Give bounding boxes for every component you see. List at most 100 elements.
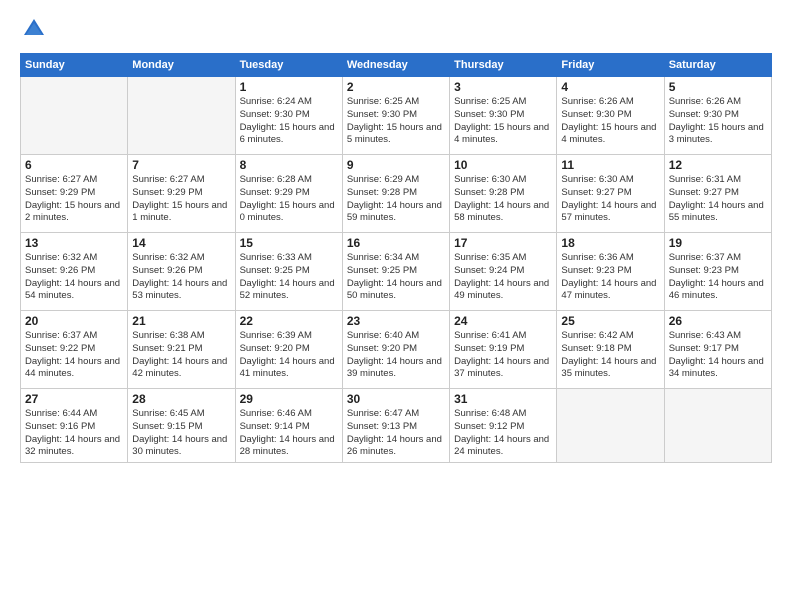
day-info: Sunrise: 6:28 AM Sunset: 9:29 PM Dayligh…	[240, 174, 338, 225]
calendar-day-12: 12 Sunrise: 6:31 AM Sunset: 9:27 PM Dayli…	[664, 155, 771, 233]
day-info: Sunrise: 6:35 AM Sunset: 9:24 PM Dayligh…	[454, 252, 552, 303]
day-info: Sunrise: 6:30 AM Sunset: 9:27 PM Dayligh…	[561, 174, 659, 225]
day-info: Sunrise: 6:25 AM Sunset: 9:30 PM Dayligh…	[347, 96, 445, 147]
day-number: 11	[561, 158, 659, 172]
weekday-header-monday: Monday	[128, 54, 235, 77]
calendar-day-empty	[557, 389, 664, 463]
calendar-day-5: 5 Sunrise: 6:26 AM Sunset: 9:30 PM Daylig…	[664, 77, 771, 155]
day-number: 3	[454, 80, 552, 94]
calendar-day-27: 27 Sunrise: 6:44 AM Sunset: 9:16 PM Dayli…	[21, 389, 128, 463]
calendar-day-25: 25 Sunrise: 6:42 AM Sunset: 9:18 PM Dayli…	[557, 311, 664, 389]
day-number: 25	[561, 314, 659, 328]
day-number: 28	[132, 392, 230, 406]
day-number: 23	[347, 314, 445, 328]
calendar-day-26: 26 Sunrise: 6:43 AM Sunset: 9:17 PM Dayli…	[664, 311, 771, 389]
calendar-day-6: 6 Sunrise: 6:27 AM Sunset: 9:29 PM Daylig…	[21, 155, 128, 233]
calendar-day-21: 21Sunrise: 6:38 AM Sunset: 9:21 PM Dayli…	[128, 311, 235, 389]
day-info: Sunrise: 6:34 AM Sunset: 9:25 PM Dayligh…	[347, 252, 445, 303]
day-info: Sunrise: 6:37 AM Sunset: 9:22 PM Dayligh…	[25, 330, 123, 381]
calendar-day-9: 9Sunrise: 6:29 AM Sunset: 9:28 PM Daylig…	[342, 155, 449, 233]
day-number: 29	[240, 392, 338, 406]
calendar-day-16: 16 Sunrise: 6:34 AM Sunset: 9:25 PM Dayli…	[342, 233, 449, 311]
day-info: Sunrise: 6:24 AM Sunset: 9:30 PM Dayligh…	[240, 96, 338, 147]
calendar-day-31: 31 Sunrise: 6:48 AM Sunset: 9:12 PM Dayli…	[450, 389, 557, 463]
day-info: Sunrise: 6:25 AM Sunset: 9:30 PM Dayligh…	[454, 96, 552, 147]
calendar-day-22: 22 Sunrise: 6:39 AM Sunset: 9:20 PM Dayli…	[235, 311, 342, 389]
calendar-day-13: 13 Sunrise: 6:32 AM Sunset: 9:26 PM Dayli…	[21, 233, 128, 311]
calendar-day-8: 8 Sunrise: 6:28 AM Sunset: 9:29 PM Daylig…	[235, 155, 342, 233]
day-info: Sunrise: 6:46 AM Sunset: 9:14 PM Dayligh…	[240, 408, 338, 459]
calendar-day-empty	[21, 77, 128, 155]
calendar-week-row: 20 Sunrise: 6:37 AM Sunset: 9:22 PM Dayli…	[21, 311, 772, 389]
calendar-week-row: 1 Sunrise: 6:24 AM Sunset: 9:30 PM Daylig…	[21, 77, 772, 155]
calendar-day-3: 3 Sunrise: 6:25 AM Sunset: 9:30 PM Daylig…	[450, 77, 557, 155]
calendar-day-24: 24 Sunrise: 6:41 AM Sunset: 9:19 PM Dayli…	[450, 311, 557, 389]
day-info: Sunrise: 6:45 AM Sunset: 9:15 PM Dayligh…	[132, 408, 230, 459]
day-number: 27	[25, 392, 123, 406]
day-number: 14	[132, 236, 230, 250]
calendar-day-empty	[128, 77, 235, 155]
day-info: Sunrise: 6:32 AM Sunset: 9:26 PM Dayligh…	[25, 252, 123, 303]
day-number: 26	[669, 314, 767, 328]
day-info: Sunrise: 6:31 AM Sunset: 9:27 PM Dayligh…	[669, 174, 767, 225]
day-number: 13	[25, 236, 123, 250]
calendar-day-23: 23 Sunrise: 6:40 AM Sunset: 9:20 PM Dayli…	[342, 311, 449, 389]
day-info: Sunrise: 6:36 AM Sunset: 9:23 PM Dayligh…	[561, 252, 659, 303]
day-number: 5	[669, 80, 767, 94]
weekday-header-friday: Friday	[557, 54, 664, 77]
logo	[20, 15, 52, 43]
day-number: 31	[454, 392, 552, 406]
calendar-week-row: 27 Sunrise: 6:44 AM Sunset: 9:16 PM Dayli…	[21, 389, 772, 463]
day-info: Sunrise: 6:26 AM Sunset: 9:30 PM Dayligh…	[561, 96, 659, 147]
day-number: 24	[454, 314, 552, 328]
calendar-day-18: 18 Sunrise: 6:36 AM Sunset: 9:23 PM Dayli…	[557, 233, 664, 311]
day-number: 10	[454, 158, 552, 172]
day-number: 12	[669, 158, 767, 172]
calendar-table: SundayMondayTuesdayWednesdayThursdayFrid…	[20, 53, 772, 463]
day-info: Sunrise: 6:32 AM Sunset: 9:26 PM Dayligh…	[132, 252, 230, 303]
day-number: 1	[240, 80, 338, 94]
day-number: 22	[240, 314, 338, 328]
day-info: Sunrise: 6:48 AM Sunset: 9:12 PM Dayligh…	[454, 408, 552, 459]
day-info: Sunrise: 6:38 AM Sunset: 9:21 PM Dayligh…	[132, 330, 230, 381]
calendar-day-17: 17 Sunrise: 6:35 AM Sunset: 9:24 PM Dayli…	[450, 233, 557, 311]
calendar-day-15: 15Sunrise: 6:33 AM Sunset: 9:25 PM Dayli…	[235, 233, 342, 311]
day-number: 15	[240, 236, 338, 250]
weekday-header-sunday: Sunday	[21, 54, 128, 77]
day-info: Sunrise: 6:37 AM Sunset: 9:23 PM Dayligh…	[669, 252, 767, 303]
day-info: Sunrise: 6:43 AM Sunset: 9:17 PM Dayligh…	[669, 330, 767, 381]
day-info: Sunrise: 6:26 AM Sunset: 9:30 PM Dayligh…	[669, 96, 767, 147]
day-number: 4	[561, 80, 659, 94]
day-info: Sunrise: 6:47 AM Sunset: 9:13 PM Dayligh…	[347, 408, 445, 459]
day-info: Sunrise: 6:30 AM Sunset: 9:28 PM Dayligh…	[454, 174, 552, 225]
page-header	[20, 15, 772, 43]
calendar-day-11: 11 Sunrise: 6:30 AM Sunset: 9:27 PM Dayli…	[557, 155, 664, 233]
calendar-day-19: 19 Sunrise: 6:37 AM Sunset: 9:23 PM Dayli…	[664, 233, 771, 311]
day-info: Sunrise: 6:39 AM Sunset: 9:20 PM Dayligh…	[240, 330, 338, 381]
day-number: 19	[669, 236, 767, 250]
calendar-day-10: 10 Sunrise: 6:30 AM Sunset: 9:28 PM Dayli…	[450, 155, 557, 233]
day-info: Sunrise: 6:27 AM Sunset: 9:29 PM Dayligh…	[25, 174, 123, 225]
day-info: Sunrise: 6:42 AM Sunset: 9:18 PM Dayligh…	[561, 330, 659, 381]
day-info: Sunrise: 6:40 AM Sunset: 9:20 PM Dayligh…	[347, 330, 445, 381]
day-info: Sunrise: 6:44 AM Sunset: 9:16 PM Dayligh…	[25, 408, 123, 459]
calendar-day-30: 30 Sunrise: 6:47 AM Sunset: 9:13 PM Dayli…	[342, 389, 449, 463]
day-number: 17	[454, 236, 552, 250]
day-number: 16	[347, 236, 445, 250]
day-number: 7	[132, 158, 230, 172]
calendar-day-14: 14 Sunrise: 6:32 AM Sunset: 9:26 PM Dayli…	[128, 233, 235, 311]
day-number: 20	[25, 314, 123, 328]
weekday-header-thursday: Thursday	[450, 54, 557, 77]
logo-icon	[20, 15, 48, 43]
weekday-header-wednesday: Wednesday	[342, 54, 449, 77]
day-number: 18	[561, 236, 659, 250]
day-number: 8	[240, 158, 338, 172]
day-info: Sunrise: 6:41 AM Sunset: 9:19 PM Dayligh…	[454, 330, 552, 381]
day-info: Sunrise: 6:27 AM Sunset: 9:29 PM Dayligh…	[132, 174, 230, 225]
calendar-day-1: 1 Sunrise: 6:24 AM Sunset: 9:30 PM Daylig…	[235, 77, 342, 155]
day-number: 30	[347, 392, 445, 406]
calendar-day-20: 20 Sunrise: 6:37 AM Sunset: 9:22 PM Dayli…	[21, 311, 128, 389]
day-number: 6	[25, 158, 123, 172]
weekday-header-row: SundayMondayTuesdayWednesdayThursdayFrid…	[21, 54, 772, 77]
calendar-day-7: 7 Sunrise: 6:27 AM Sunset: 9:29 PM Daylig…	[128, 155, 235, 233]
